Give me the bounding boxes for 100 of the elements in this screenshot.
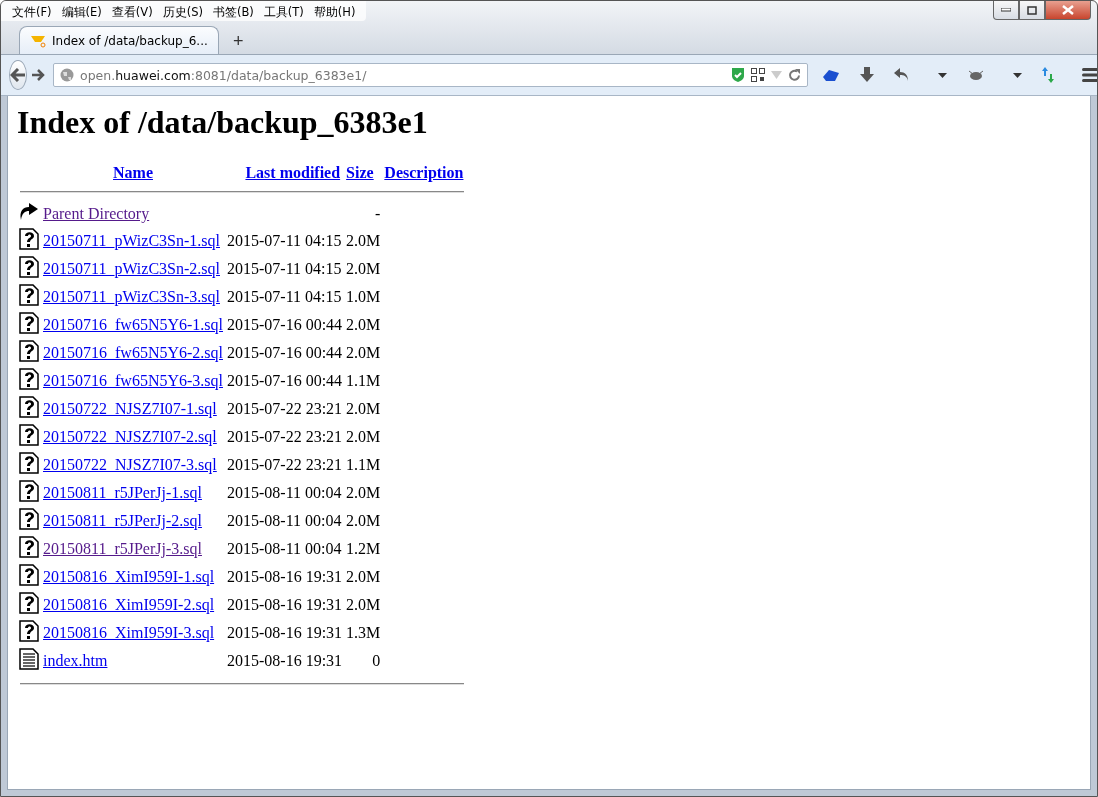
modified-date: 2015-07-11 04:15 [226, 232, 342, 249]
file-size: 2.0M [345, 568, 381, 585]
address-bar[interactable]: open.huawei.com:8081/data/backup_6383e1/ [53, 63, 808, 87]
minimize-icon [1001, 8, 1011, 12]
unknown-file-icon [19, 508, 39, 530]
column-header-link[interactable]: Description [384, 164, 464, 181]
unknown-file-icon [19, 592, 39, 614]
column-header-link[interactable]: Size [346, 164, 374, 181]
file-size: 2.0M [345, 260, 381, 277]
menu-item[interactable]: 查看(V) [106, 3, 158, 21]
column-header-link[interactable]: Name [113, 164, 153, 181]
file-link[interactable]: 20150811_r5JPerJj-3.sql [43, 540, 202, 557]
menu-item[interactable]: 工具(T) [258, 3, 309, 21]
unknown-file-icon [19, 396, 39, 418]
unknown-file-icon [19, 340, 39, 362]
file-size: 2.0M [345, 400, 381, 417]
back-icon [10, 68, 26, 82]
modified-date: 2015-07-16 00:44 [226, 344, 343, 361]
forward-icon [31, 69, 45, 81]
file-link[interactable]: index.htm [43, 652, 108, 669]
file-size: 2.0M [345, 596, 381, 613]
modified-date: 2015-07-22 23:21 [226, 400, 343, 417]
unknown-file-icon [19, 368, 39, 390]
file-size: - [374, 205, 381, 222]
file-size: 1.3M [345, 624, 381, 641]
file-link[interactable]: 20150816_XimI959I-2.sql [43, 596, 215, 613]
qr-code-icon[interactable] [751, 68, 765, 82]
file-size: 2.0M [345, 344, 381, 361]
maximize-button[interactable] [1019, 1, 1045, 20]
file-size: 1.2M [345, 540, 381, 557]
text-file-icon [19, 648, 39, 670]
bug-icon [967, 68, 985, 82]
unknown-file-icon [19, 620, 39, 642]
file-link[interactable]: Parent Directory [43, 205, 150, 222]
file-link[interactable]: 20150716_fw65N5Y6-1.sql [43, 316, 223, 333]
file-size: 2.0M [345, 512, 381, 529]
column-header-link[interactable]: Last modified [245, 164, 341, 181]
file-link[interactable]: 20150811_r5JPerJj-1.sql [43, 484, 202, 501]
unknown-file-icon [19, 564, 39, 586]
close-button[interactable] [1045, 1, 1091, 20]
up-down-arrows-icon [1042, 67, 1054, 83]
caret-icon [1013, 72, 1022, 78]
modified-date: 2015-07-16 00:44 [226, 372, 343, 389]
file-link[interactable]: 20150711_pWizC3Sn-3.sql [43, 288, 220, 305]
modified-date: 2015-08-11 00:04 [226, 512, 342, 529]
new-tab-button[interactable]: + [227, 28, 250, 54]
modified-date: 2015-07-22 23:21 [226, 456, 343, 473]
unknown-file-icon [19, 228, 39, 250]
modified-date: 2015-07-11 04:15 [226, 288, 342, 305]
file-size: 0 [371, 652, 381, 669]
file-link[interactable]: 20150722_NJSZ7I07-2.sql [43, 428, 217, 445]
modified-date: 2015-08-11 00:04 [226, 484, 342, 501]
file-link[interactable]: 20150816_XimI959I-3.sql [43, 624, 215, 641]
file-link[interactable]: 20150716_fw65N5Y6-3.sql [43, 372, 223, 389]
maximize-icon [1027, 5, 1037, 15]
modified-date: 2015-07-11 04:15 [226, 260, 342, 277]
modified-date: 2015-08-16 19:31 [226, 624, 343, 641]
minimize-button[interactable] [993, 1, 1019, 20]
file-link[interactable]: 20150811_r5JPerJj-2.sql [43, 512, 202, 529]
shield-check-icon[interactable] [731, 67, 745, 83]
file-size: 2.0M [345, 484, 381, 501]
close-icon [1062, 5, 1074, 15]
download-icon [860, 67, 874, 83]
modified-date: 2015-08-16 19:31 [226, 652, 343, 669]
back-button[interactable] [9, 60, 27, 90]
page-heading: Index of /data/backup_6383e1 [17, 104, 429, 141]
menu-item[interactable]: 帮助(H) [308, 3, 361, 21]
tab-favicon-icon [30, 33, 46, 48]
unknown-file-icon [19, 424, 39, 446]
file-link[interactable]: 20150722_NJSZ7I07-3.sql [43, 456, 217, 473]
caret-icon [938, 72, 947, 78]
unknown-file-icon [19, 284, 39, 306]
file-link[interactable]: 20150716_fw65N5Y6-2.sql [43, 344, 223, 361]
globe-icon [60, 68, 74, 82]
unknown-file-icon [19, 452, 39, 474]
file-link[interactable]: 20150711_pWizC3Sn-2.sql [43, 260, 220, 277]
unknown-file-icon [19, 536, 39, 558]
file-size: 1.1M [345, 456, 381, 473]
file-size: 2.0M [345, 232, 381, 249]
file-size: 2.0M [345, 316, 381, 333]
unknown-file-icon [19, 480, 39, 502]
file-link[interactable]: 20150816_XimI959I-1.sql [43, 568, 215, 585]
menu-item[interactable]: 编辑(E) [56, 3, 107, 21]
menu-item[interactable]: 书签(B) [207, 3, 259, 21]
forward-button[interactable] [31, 69, 45, 81]
browser-tab[interactable]: Index of /data/backup_6... [19, 26, 219, 54]
menu-icon [1082, 68, 1097, 82]
file-link[interactable]: 20150722_NJSZ7I07-1.sql [43, 400, 217, 417]
modified-date: 2015-08-16 19:31 [226, 568, 343, 585]
file-size: 1.1M [345, 372, 381, 389]
file-size: 2.0M [345, 428, 381, 445]
reload-icon[interactable] [788, 68, 801, 82]
unknown-file-icon [19, 312, 39, 334]
file-size: 1.0M [345, 288, 381, 305]
file-link[interactable]: 20150711_pWizC3Sn-1.sql [43, 232, 220, 249]
undo-icon [894, 68, 910, 82]
menu-item[interactable]: 历史(S) [157, 3, 208, 21]
menu-item[interactable]: 文件(F) [7, 3, 57, 21]
modified-date: 2015-08-16 19:31 [226, 596, 343, 613]
modified-date: 2015-07-22 23:21 [226, 428, 343, 445]
